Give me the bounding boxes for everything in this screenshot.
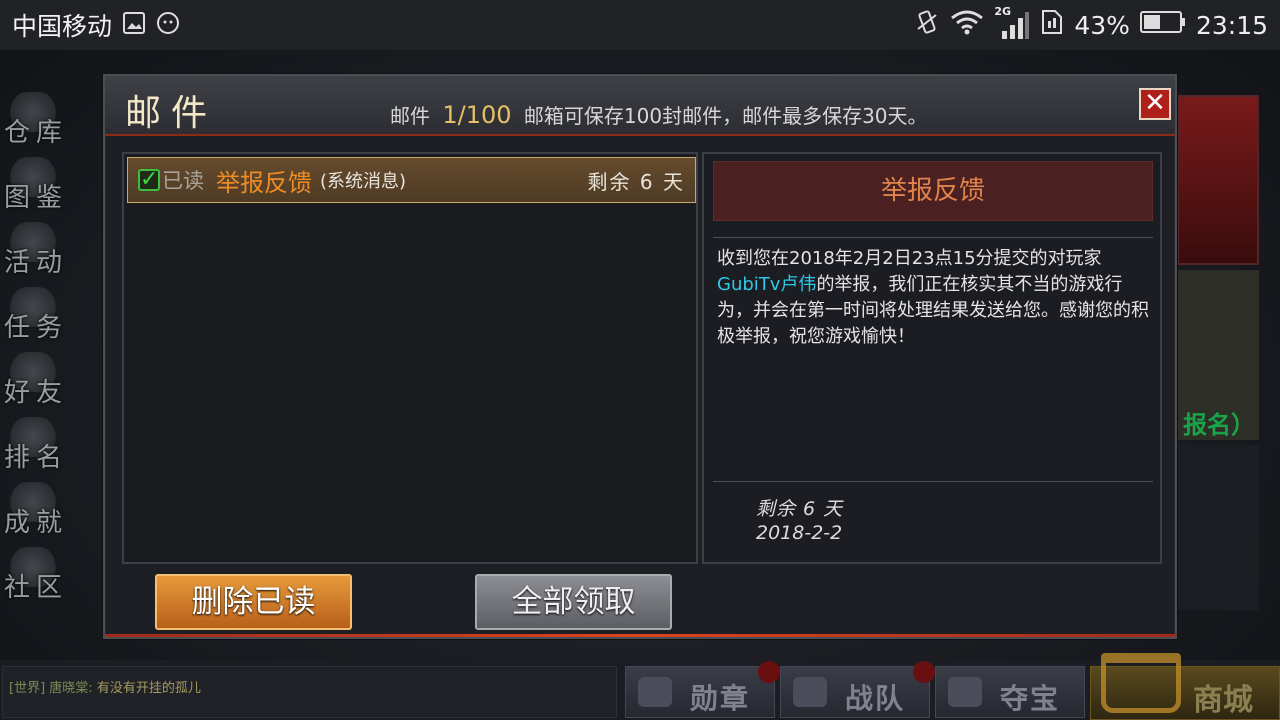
carrier-name: 中国移动: [12, 12, 113, 41]
mail-subject: 举报反馈: [216, 168, 312, 197]
status-right: 2G 43% 23:15: [914, 5, 1268, 41]
shop-button[interactable]: 商城: [1090, 653, 1280, 720]
status-bar: 中国移动 2G 43% 23:15: [0, 0, 1280, 50]
sidebar-item-label: 好友: [4, 378, 69, 408]
shop-label: 商城: [1193, 683, 1253, 718]
event-banner[interactable]: [1177, 95, 1259, 265]
read-status: 已读: [162, 169, 204, 193]
vibrate-icon: [914, 9, 940, 41]
sidebar-item-events[interactable]: 活动: [0, 220, 75, 285]
mail-expiry: 剩余 6 天: [587, 169, 685, 194]
sidebar-item-community[interactable]: 社区: [0, 545, 75, 610]
mail-list-panel[interactable]: ✓ 已读 举报反馈 (系统消息) 剩余 6 天: [122, 152, 698, 564]
mailbox-note: 邮箱可保存100封邮件，邮件最多保存30天。: [523, 104, 928, 128]
team-icon: [793, 677, 827, 707]
sidebar-item-label: 成就: [4, 508, 69, 538]
sidebar-item-warehouse[interactable]: 仓库: [0, 90, 75, 155]
claim-all-button[interactable]: 全部领取: [475, 574, 672, 630]
tab-label: 夺宝: [999, 682, 1060, 715]
player-name[interactable]: GubiTv卢伟: [717, 274, 816, 295]
delete-read-button[interactable]: 删除已读: [155, 574, 352, 630]
sidebar-item-label: 社区: [4, 573, 69, 603]
divider: [713, 237, 1153, 238]
mailbox-info: 邮件 1/100 邮箱可保存100封邮件，邮件最多保存30天。: [390, 100, 928, 129]
mail-dialog: 邮件 邮件 1/100 邮箱可保存100封邮件，邮件最多保存30天。 ✕ ✓ 已…: [103, 74, 1177, 639]
signup-label: 报名）: [1183, 411, 1255, 439]
game-screen: 中国移动 2G 43% 23:15 仓库 图鉴 活动 任务 好友 排名 成就 社…: [0, 0, 1280, 720]
game-sidebar: 仓库 图鉴 活动 任务 好友 排名 成就 社区: [0, 90, 75, 610]
sim-icon: [1040, 9, 1064, 41]
battery-percent: 43%: [1074, 10, 1130, 40]
sidebar-item-quests[interactable]: 任务: [0, 285, 75, 350]
close-icon: ✕: [1144, 88, 1166, 118]
sidebar-item-label: 排名: [4, 443, 69, 473]
sidebar-item-friends[interactable]: 好友: [0, 350, 75, 415]
list-item[interactable]: ✓ 已读 举报反馈 (系统消息) 剩余 6 天: [127, 157, 696, 203]
chat-message: 有没有开挂的孤儿: [96, 681, 201, 696]
mail-detail-panel: 举报反馈 收到您在2018年2月2日23点15分提交的对玩家GubiTv卢伟的举…: [702, 152, 1162, 564]
mailbox-label: 邮件: [390, 104, 430, 128]
clock: 23:15: [1195, 10, 1268, 40]
sidebar-item-achievements[interactable]: 成就: [0, 480, 75, 545]
sidebar-item-label: 图鉴: [4, 183, 69, 213]
dialog-header: 邮件 邮件 1/100 邮箱可保存100封邮件，邮件最多保存30天。 ✕: [105, 76, 1175, 136]
close-button[interactable]: ✕: [1139, 88, 1171, 120]
notification-dot: [913, 661, 935, 683]
sidebar-item-codex[interactable]: 图鉴: [0, 155, 75, 220]
tab-label: 勋章: [689, 682, 750, 715]
read-check-icon: ✓: [138, 167, 160, 192]
battery-icon: [1139, 10, 1186, 40]
app-notification-icon: [156, 11, 180, 39]
sidebar-item-label: 仓库: [4, 118, 69, 148]
mail-source: (系统消息): [320, 171, 407, 192]
chat-channel: [世界]: [9, 681, 46, 696]
bottom-bar: [世界] 唐晓棠: 有没有开挂的孤儿 勋章 战队 夺宝 商城: [0, 653, 1280, 720]
treasure-icon: [948, 677, 982, 707]
tab-medals[interactable]: 勋章: [625, 661, 780, 718]
divider: [713, 481, 1153, 482]
detail-body: 收到您在2018年2月2日23点15分提交的对玩家GubiTv卢伟的举报，我们正…: [717, 246, 1149, 350]
sidebar-item-label: 活动: [4, 248, 69, 278]
mail-count: 1/100: [442, 101, 512, 129]
signal-icon: 2G: [994, 5, 1030, 39]
tab-label: 战队: [844, 682, 905, 715]
world-chat[interactable]: [世界] 唐晓棠: 有没有开挂的孤儿: [2, 666, 617, 718]
sidebar-item-label: 任务: [4, 313, 69, 343]
medal-icon: [638, 677, 672, 707]
character-banner[interactable]: [1177, 445, 1259, 610]
background-panels: 报名）: [1177, 90, 1280, 615]
wifi-icon: [950, 9, 984, 41]
detail-title: 举报反馈: [713, 161, 1153, 221]
tab-team[interactable]: 战队: [780, 661, 935, 718]
body-text: 收到您在2018年2月2日23点15分提交的对玩家: [717, 248, 1102, 269]
dialog-title: 邮件: [125, 93, 218, 134]
cart-icon: [1101, 653, 1181, 713]
tab-treasure[interactable]: 夺宝: [935, 666, 1085, 718]
chat-sender: 唐晓棠:: [49, 681, 93, 696]
detail-expiry: 剩余 6 天: [756, 498, 844, 520]
notification-dot: [758, 661, 780, 683]
sidebar-item-ranking[interactable]: 排名: [0, 415, 75, 480]
detail-date: 2018-2-2: [756, 522, 843, 544]
gallery-icon: [122, 11, 146, 39]
signup-banner[interactable]: 报名）: [1177, 270, 1259, 440]
